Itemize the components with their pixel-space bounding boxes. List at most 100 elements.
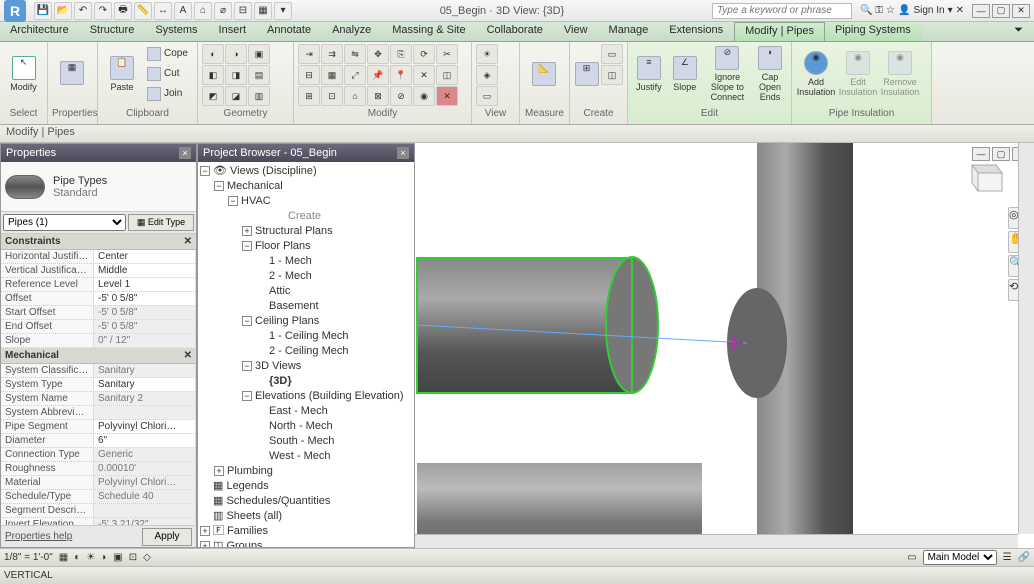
create-3-icon[interactable]: ◫	[601, 65, 623, 85]
qat-save-icon[interactable]: 💾	[34, 2, 52, 20]
props-row[interactable]: Vertical JustificationMiddle	[1, 264, 196, 278]
geom-8-icon[interactable]: ◪	[225, 86, 247, 106]
create-button[interactable]: ⊞	[574, 44, 599, 104]
cap-open-ends-button[interactable]: ◗CapOpen Ends	[753, 44, 787, 104]
properties-help-link[interactable]: Properties help	[5, 531, 72, 542]
tree-toggle-icon[interactable]: +	[200, 541, 210, 547]
properties-button[interactable]: ▦	[52, 44, 92, 104]
tree-toggle-icon[interactable]: +	[242, 226, 252, 236]
tree-toggle-icon[interactable]: −	[200, 166, 210, 176]
unpin-icon[interactable]: 📍	[390, 65, 412, 85]
tree-node[interactable]: +Structural Plans	[200, 224, 412, 239]
tree-node[interactable]: 1 - Mech	[200, 254, 412, 269]
slope-button[interactable]: ∠Slope	[668, 44, 702, 104]
detail-level-icon[interactable]: ▦	[59, 552, 68, 563]
tree-node[interactable]: −Floor Plans	[200, 239, 412, 254]
remove-insulation-button[interactable]: ◉Remove Insulation	[880, 44, 920, 104]
qat-section-icon[interactable]: ⌀	[214, 2, 232, 20]
qat-dropdown-icon[interactable]: ▾	[274, 2, 292, 20]
qat-redo-icon[interactable]: ↷	[94, 2, 112, 20]
rotate-icon[interactable]: ⟳	[413, 44, 435, 64]
tree-node[interactable]: +◫ Groups	[200, 539, 412, 547]
props-value[interactable]: Middle	[94, 264, 196, 277]
tree-node[interactable]: −👁 Views (Discipline)	[200, 164, 412, 179]
lock-icon[interactable]: ◇	[143, 552, 151, 563]
viewport-vscrollbar[interactable]	[1018, 143, 1034, 534]
tree-node[interactable]: South - Mech	[200, 434, 412, 449]
signin-icon[interactable]: 👤	[898, 5, 910, 16]
scale-icon[interactable]: ⤢	[344, 65, 366, 85]
create-2-icon[interactable]: ▭	[601, 44, 623, 64]
qat-undo-icon[interactable]: ↶	[74, 2, 92, 20]
justify-button[interactable]: ≡Justify	[632, 44, 666, 104]
props-value[interactable]: Polyvinyl Chlori…	[94, 420, 196, 433]
tree-node[interactable]: −HVAC	[200, 194, 412, 209]
element-filter-select[interactable]: Pipes (1)	[3, 214, 126, 231]
tab-structure[interactable]: Structure	[80, 22, 146, 41]
props-value[interactable]: 6"	[94, 434, 196, 447]
qat-split-icon[interactable]: ⊟	[234, 2, 252, 20]
type-selector[interactable]: Pipe Types Standard	[53, 175, 107, 199]
view-minimize-icon[interactable]: —	[972, 147, 990, 161]
props-row[interactable]: Pipe SegmentPolyvinyl Chlori…	[1, 420, 196, 434]
props-row[interactable]: Reference LevelLevel 1	[1, 278, 196, 292]
view-1-icon[interactable]: ☀	[476, 44, 498, 64]
shadows-icon[interactable]: ◗	[101, 552, 107, 563]
mod-10-icon[interactable]: ⌂	[344, 86, 366, 106]
help-icon[interactable]: ▾	[948, 5, 953, 16]
search-input[interactable]	[712, 3, 852, 19]
offset-icon[interactable]: ⇉	[321, 44, 343, 64]
geom-1-icon[interactable]: ◐	[202, 44, 224, 64]
edit-insulation-button[interactable]: ◉Edit Insulation	[838, 44, 878, 104]
cope-button[interactable]: Cope	[144, 44, 191, 63]
ribbon-minimize-icon[interactable]: ⏷	[1004, 22, 1034, 41]
align-icon[interactable]: ⇥	[298, 44, 320, 64]
qat-measure-icon[interactable]: 📏	[134, 2, 152, 20]
tree-node[interactable]: ▦ Schedules/Quantities	[200, 494, 412, 509]
qat-3d-icon[interactable]: ⌂	[194, 2, 212, 20]
infocenter-icon[interactable]: 🔍	[860, 5, 872, 16]
move-icon[interactable]: ✥	[367, 44, 389, 64]
tree-node[interactable]: Basement	[200, 299, 412, 314]
props-value[interactable]: Center	[94, 250, 196, 263]
props-row[interactable]: Offset-5' 0 5/8"	[1, 292, 196, 306]
tab-architecture[interactable]: Architecture	[0, 22, 80, 41]
tree-node[interactable]: {3D}	[200, 374, 412, 389]
tab-massing[interactable]: Massing & Site	[382, 22, 476, 41]
tree-node[interactable]: −Elevations (Building Elevation)	[200, 389, 412, 404]
tree-node[interactable]: West - Mech	[200, 449, 412, 464]
tab-manage[interactable]: Manage	[599, 22, 660, 41]
mod-12-icon[interactable]: ⊘	[390, 86, 412, 106]
qat-open-icon[interactable]: 📂	[54, 2, 72, 20]
tree-toggle-icon[interactable]: −	[214, 181, 224, 191]
select-links-icon[interactable]: 🔗	[1018, 552, 1030, 563]
copy-icon[interactable]: ⎘	[390, 44, 412, 64]
mod-11-icon[interactable]: ⊠	[367, 86, 389, 106]
properties-close-icon[interactable]: ×	[179, 147, 191, 159]
subscription-icon[interactable]: ⚿	[875, 5, 883, 16]
qat-print-icon[interactable]: 🖶	[114, 2, 132, 20]
tab-insert[interactable]: Insert	[209, 22, 258, 41]
tree-node[interactable]: 2 - Mech	[200, 269, 412, 284]
array-icon[interactable]: ▦	[321, 65, 343, 85]
tab-systems[interactable]: Systems	[145, 22, 208, 41]
viewport-hscrollbar[interactable]	[415, 534, 1018, 548]
tab-analyze[interactable]: Analyze	[322, 22, 382, 41]
close-button[interactable]: ✕	[1012, 4, 1030, 18]
favorites-icon[interactable]: ☆	[886, 5, 895, 16]
mod-14-icon[interactable]: ✕	[436, 86, 458, 106]
worksets-icon[interactable]: ▭	[907, 552, 916, 563]
tree-toggle-icon[interactable]: +	[200, 526, 210, 536]
tree-node[interactable]: Attic	[200, 284, 412, 299]
mod-8-icon[interactable]: ⊞	[298, 86, 320, 106]
tree-node[interactable]: −3D Views	[200, 359, 412, 374]
add-insulation-button[interactable]: ◉Add Insulation	[796, 44, 836, 104]
view-maximize-icon[interactable]: ▢	[992, 147, 1010, 161]
cut-button[interactable]: Cut	[144, 64, 191, 83]
trim-icon[interactable]: ✂	[436, 44, 458, 64]
props-value[interactable]: Sanitary	[94, 378, 196, 391]
crop-region-icon[interactable]: ⊡	[129, 552, 137, 563]
tab-extensions[interactable]: Extensions	[659, 22, 734, 41]
browser-close-icon[interactable]: ×	[397, 147, 409, 159]
tree-node[interactable]: +🄵 Families	[200, 524, 412, 539]
